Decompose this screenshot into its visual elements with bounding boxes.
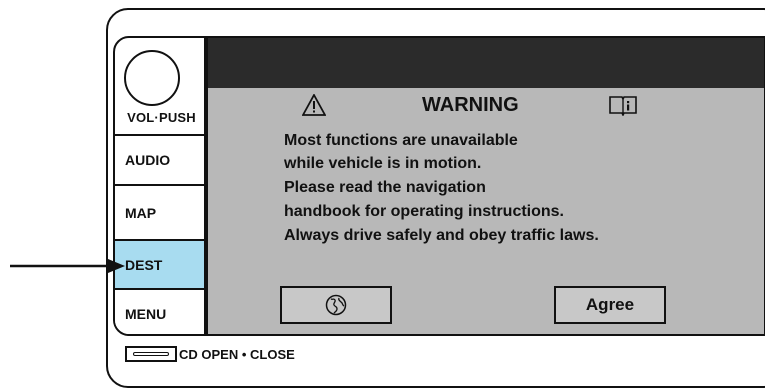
message-line-4: handbook for operating instructions.: [284, 203, 564, 220]
message-line-1: Most functions are unavailable: [284, 132, 518, 149]
map-button[interactable]: MAP: [115, 184, 204, 239]
dest-button[interactable]: DEST: [115, 239, 204, 288]
message-line-3: Please read the navigation: [284, 179, 486, 196]
book-icon: [609, 96, 637, 116]
language-button[interactable]: [280, 286, 392, 324]
cd-slot-icon[interactable]: [125, 346, 177, 362]
dest-button-label: DEST: [125, 256, 163, 273]
audio-button-label: AUDIO: [125, 152, 171, 168]
globe-icon: [325, 294, 347, 316]
menu-button[interactable]: MENU: [115, 288, 204, 334]
agree-button-label: Agree: [585, 295, 635, 314]
warning-icon: [302, 94, 326, 116]
menu-button-label: MENU: [125, 306, 167, 322]
agree-button[interactable]: Agree: [554, 286, 666, 324]
cd-open-close-label: CD OPEN • CLOSE: [179, 347, 295, 362]
pointer-arrow-icon: [10, 259, 125, 273]
map-button-label: MAP: [125, 204, 157, 221]
message-line-2: while vehicle is in motion.: [284, 155, 482, 172]
volume-knob[interactable]: [124, 50, 180, 106]
volume-knob-label: VOL·PUSH: [127, 110, 196, 125]
audio-button[interactable]: AUDIO: [115, 134, 204, 184]
warning-title: WARNING: [422, 94, 519, 116]
message-line-5: Always drive safely and obey traffic law…: [284, 227, 599, 244]
display-screen: WARNING Most functions are unavailable w…: [206, 36, 765, 336]
screen-top-bar: [208, 38, 764, 88]
side-control-panel: VOL·PUSH AUDIO MAP DEST MENU: [113, 36, 206, 336]
